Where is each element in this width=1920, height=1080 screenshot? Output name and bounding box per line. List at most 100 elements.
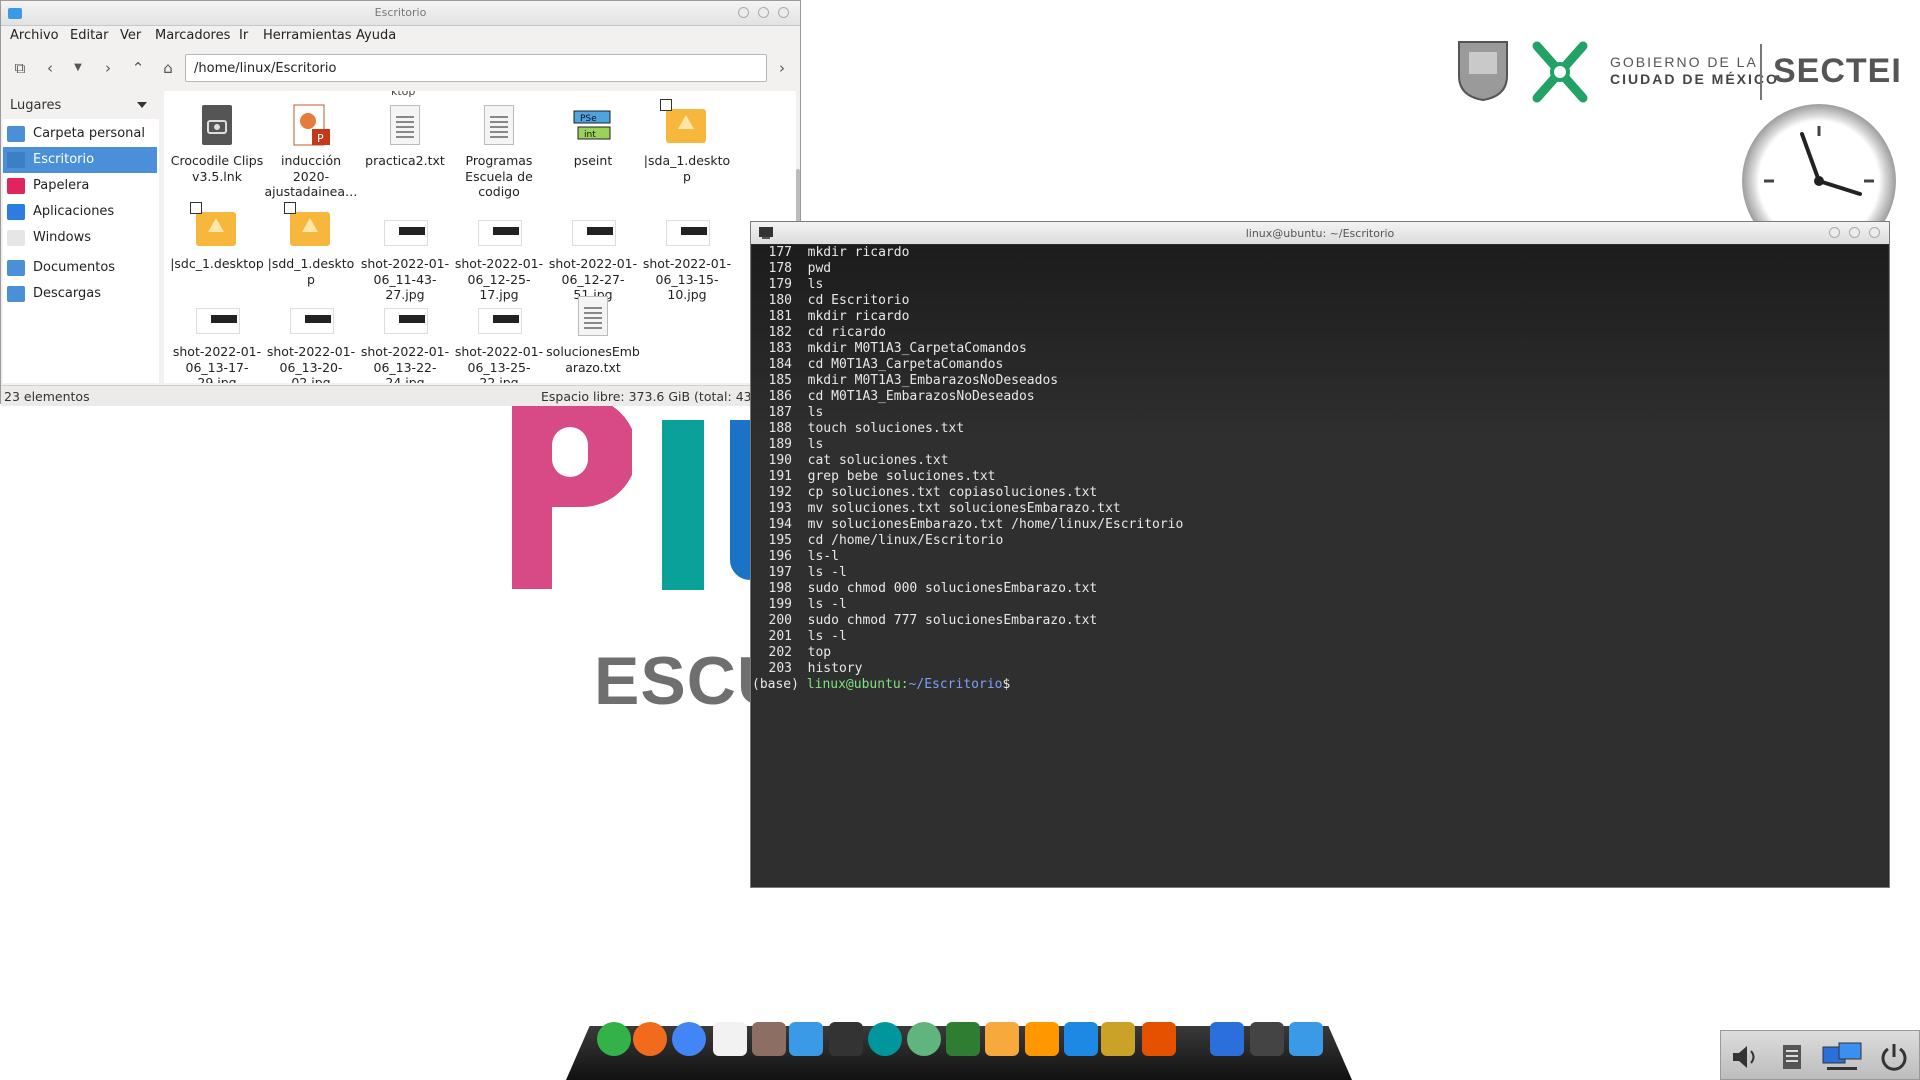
file-item[interactable]: Programas Escuela de codigo — [452, 103, 546, 200]
menu-herramientas[interactable]: Herramientas — [263, 28, 352, 43]
document-icon[interactable] — [713, 1022, 747, 1056]
file-item[interactable]: Crocodile Clips v3.5.lnk — [170, 103, 264, 184]
image-thumb-icon — [476, 206, 522, 252]
up-icon[interactable]: ⌃ — [129, 59, 147, 77]
history-line: 187 ls — [768, 405, 824, 420]
terminal-window[interactable]: linux@ubuntu: ~/Escritorio 177 mkdir ric… — [750, 221, 1890, 888]
terminal-minimize-button[interactable] — [1829, 227, 1840, 238]
sidebar-item-2[interactable]: Papelera — [3, 173, 157, 199]
crocodile-icon[interactable] — [946, 1022, 980, 1056]
places-header[interactable]: Lugares — [3, 91, 159, 119]
pseint-dock-icon[interactable] — [1101, 1022, 1135, 1056]
terminal-output[interactable]: 177 mkdir ricardo 178 pwd 179 ls 180 cd Esc… — [752, 245, 1888, 886]
file-item[interactable]: shot-2022-01-06_12-27-51.jpg — [546, 206, 640, 303]
finder-icon[interactable] — [789, 1022, 823, 1056]
sidebar-item-3[interactable]: Aplicaciones — [3, 199, 157, 225]
menu-marcadores[interactable]: Marcadores — [155, 28, 230, 43]
file-item[interactable]: shot-2022-01-06_13-17-29.jpg — [170, 294, 264, 383]
terminal-icon[interactable] — [829, 1022, 863, 1056]
place-folder-icon — [7, 230, 25, 246]
camera-shortcut-icon — [194, 103, 240, 149]
menu-bar: Archivo Editar Ver Marcadores Ir Herrami… — [1, 25, 800, 47]
power-icon[interactable] — [1877, 1041, 1911, 1073]
sidebar-item-label: Descargas — [33, 286, 102, 301]
menu-ayuda[interactable]: Ayuda — [356, 28, 396, 43]
svg-text:int: int — [584, 130, 596, 140]
sidebar-item-label: Aplicaciones — [33, 204, 115, 219]
writer-icon[interactable] — [1210, 1022, 1244, 1056]
system-tray — [1720, 1030, 1920, 1080]
sidebar-item-5[interactable]: Documentos — [3, 255, 157, 281]
file-item[interactable]: shot-2022-01-06_13-22-24.jpg — [358, 294, 452, 383]
history-line: 186 cd M0T1A3_EmbarazosNoDeseados — [768, 389, 1035, 404]
back-icon[interactable]: ‹ — [41, 59, 59, 77]
file-manager-window[interactable]: Escritorio Archivo Editar Ver Marcadores… — [0, 0, 801, 406]
volume-icon[interactable] — [1729, 1041, 1763, 1073]
arduino-icon[interactable] — [868, 1022, 902, 1056]
loader-icon[interactable] — [597, 1022, 631, 1056]
file-item[interactable]: shot-2022-01-06_13-15-10.jpg — [640, 206, 734, 303]
scratch-icon[interactable] — [985, 1022, 1019, 1056]
terminal-maximize-button[interactable] — [1849, 227, 1860, 238]
place-folder-icon — [7, 286, 25, 302]
file-name: |sda_1.desktop — [643, 153, 731, 184]
terminal-close-button[interactable] — [1869, 227, 1880, 238]
computer-icon[interactable] — [1250, 1022, 1284, 1056]
warning-icon — [660, 99, 710, 149]
new-tab-icon[interactable]: ⧉ — [11, 59, 29, 77]
clipboard-icon[interactable] — [1775, 1041, 1809, 1073]
history-line: 190 cat soluciones.txt — [768, 453, 949, 468]
firefox-icon[interactable] — [633, 1022, 667, 1056]
svg-text:P: P — [317, 132, 324, 145]
file-item[interactable]: shot-2022-01-06_11-43-27.jpg — [358, 206, 452, 303]
sidebar-item-4[interactable]: Windows — [3, 225, 157, 251]
terminal-prompt[interactable]: (base) linux@ubuntu:~/Escritorio$ — [752, 677, 1010, 693]
terminal-titlebar[interactable]: linux@ubuntu: ~/Escritorio — [751, 222, 1889, 244]
file-item[interactable]: PSe int pseint — [546, 103, 640, 169]
file-item[interactable]: |sdc_1.desktop — [170, 202, 264, 272]
history-line: 178 pwd — [768, 261, 832, 276]
image-thumb-icon — [664, 206, 710, 252]
close-button[interactable] — [778, 7, 789, 18]
file-item[interactable]: shot-2022-01-06_13-25-22.jpg — [452, 294, 546, 383]
menu-editar[interactable]: Editar — [70, 28, 109, 43]
menu-ir[interactable]: Ir — [239, 28, 248, 43]
home-icon[interactable]: ⌂ — [159, 59, 177, 77]
file-name: |sdd_1.desktop — [267, 256, 355, 287]
file-item[interactable]: |sda_1.desktop — [640, 99, 734, 184]
sidebar-item-label: Windows — [33, 230, 92, 245]
chrome-icon[interactable] — [672, 1022, 706, 1056]
file-item[interactable]: |sdd_1.desktop — [264, 202, 358, 287]
forward-icon[interactable]: › — [99, 59, 117, 77]
sublime-icon[interactable] — [1025, 1022, 1059, 1056]
file-name: inducción 2020-ajustadainea… — [264, 153, 358, 199]
file-item[interactable]: shot-2022-01-06_12-25-17.jpg — [452, 206, 546, 303]
file-name: Programas Escuela de codigo — [465, 153, 533, 199]
history-dropdown-icon[interactable]: ▼ — [69, 59, 87, 77]
file-item[interactable]: practica2.txt — [358, 103, 452, 169]
history-line: 197 ls -l — [768, 565, 847, 580]
network-icon[interactable] — [1821, 1041, 1865, 1073]
vscode-icon[interactable] — [1064, 1022, 1098, 1056]
menu-ver[interactable]: Ver — [120, 28, 141, 43]
history-line: 199 ls -l — [768, 597, 847, 612]
sidebar-item-label: Documentos — [33, 260, 116, 275]
go-icon[interactable]: › — [773, 59, 791, 77]
atom-icon[interactable] — [907, 1022, 941, 1056]
menu-archivo[interactable]: Archivo — [10, 28, 59, 43]
scratch-cat-icon[interactable] — [1142, 1022, 1176, 1056]
path-input[interactable]: /home/linux/Escritorio — [185, 54, 767, 82]
file-item[interactable]: solucionesEmbarazo.txt — [546, 294, 640, 375]
sidebar-item-0[interactable]: Carpeta personal — [3, 121, 157, 147]
calculator-icon[interactable] — [752, 1022, 786, 1056]
window-title: Escritorio — [374, 6, 427, 19]
files-icon[interactable] — [1289, 1022, 1323, 1056]
maximize-button[interactable] — [758, 7, 769, 18]
file-manager-titlebar[interactable]: Escritorio — [1, 1, 800, 26]
item-count: 23 elementos — [4, 389, 90, 404]
sidebar-item-1[interactable]: Escritorio — [3, 147, 157, 173]
file-item[interactable]: shot-2022-01-06_13-20-02.jpg — [264, 294, 358, 383]
minimize-button[interactable] — [738, 7, 749, 18]
file-item[interactable]: Pinducción 2020-ajustadainea… — [264, 103, 358, 200]
sidebar-item-6[interactable]: Descargas — [3, 281, 157, 307]
